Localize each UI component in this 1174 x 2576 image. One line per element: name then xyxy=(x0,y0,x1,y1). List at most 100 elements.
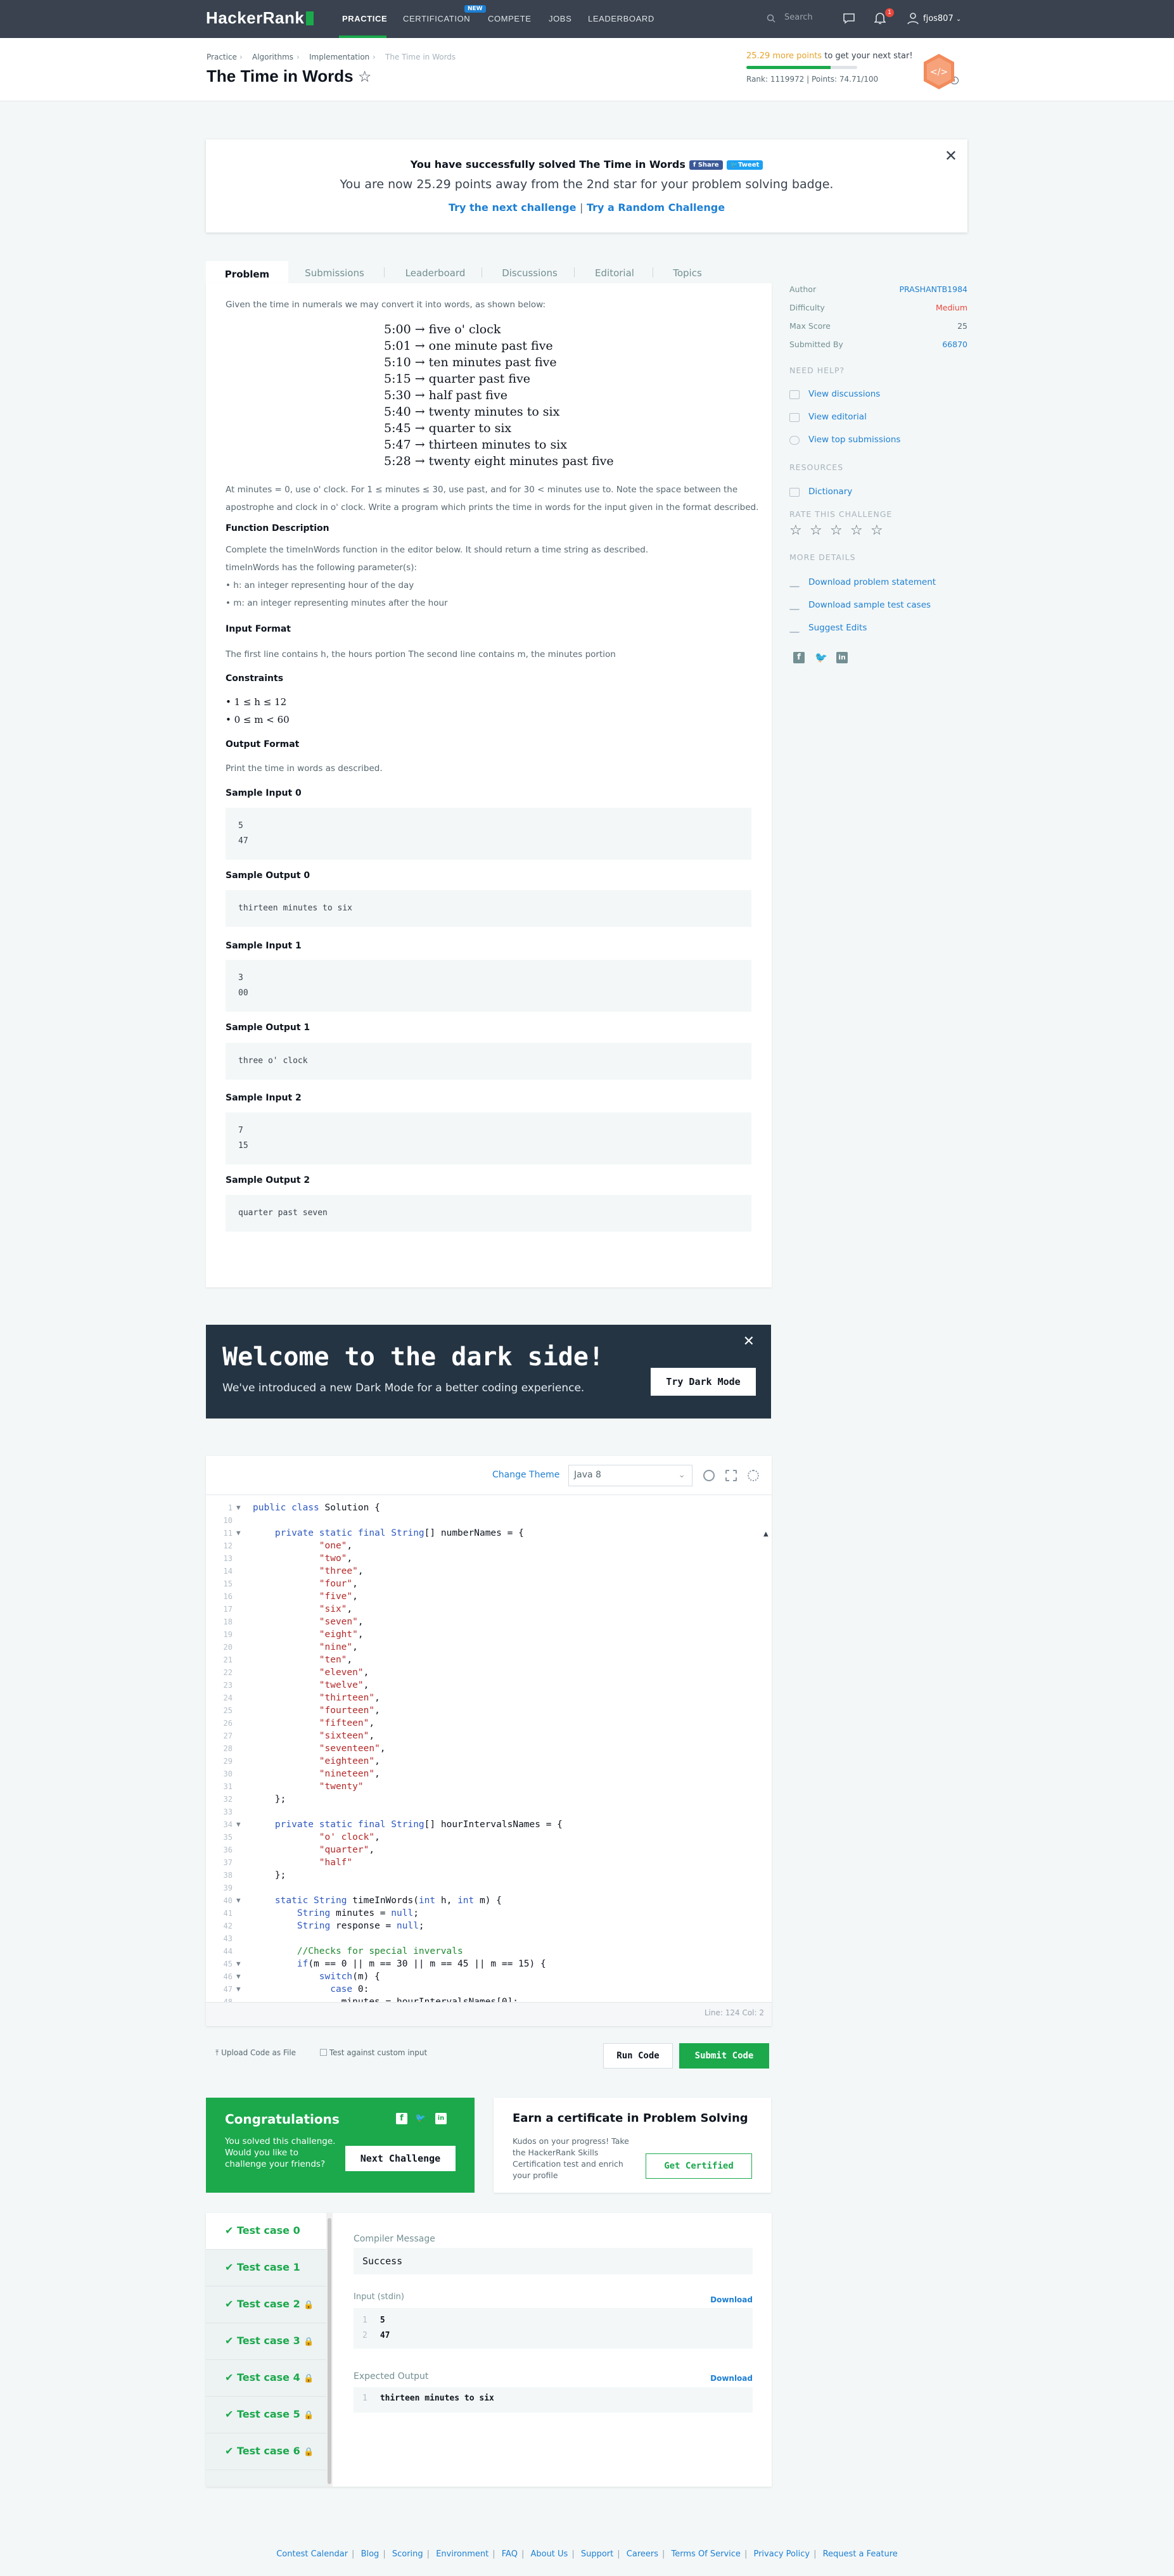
footer-link[interactable]: FAQ xyxy=(502,2549,518,2559)
code-line[interactable]: 32 }; xyxy=(206,1793,772,1806)
code-line[interactable]: 17 "six", xyxy=(206,1603,772,1616)
tab-editorial[interactable]: Editorial xyxy=(583,261,646,284)
notifications-icon[interactable] xyxy=(874,12,886,25)
code-line[interactable]: 12 "one", xyxy=(206,1540,772,1552)
code-line[interactable]: 20 "nine", xyxy=(206,1641,772,1654)
test-case-3-tab[interactable]: ✔ Test case 3 🔒 xyxy=(206,2323,326,2360)
username[interactable]: fjos807 ⌄ xyxy=(923,14,961,23)
tab-submissions[interactable]: Submissions xyxy=(297,261,373,284)
fold-chevron-icon[interactable]: ▼ xyxy=(236,1970,241,1983)
code-line[interactable]: 18 "seven", xyxy=(206,1616,772,1628)
code-line[interactable]: 39 xyxy=(206,1882,772,1894)
code-line[interactable]: 28 "seventeen", xyxy=(206,1742,772,1755)
code-line[interactable]: 21 "ten", xyxy=(206,1654,772,1666)
scroll-arrow-icon[interactable]: ▲ xyxy=(763,1531,769,1538)
code-line[interactable]: 46 ▼ switch(m) { xyxy=(206,1970,772,1983)
nav-practice[interactable]: PRACTICE xyxy=(342,14,387,23)
nav-jobs[interactable]: JOBS xyxy=(549,14,571,23)
code-area[interactable]: 1 ▼ public class Solution {10 11 ▼ private s… xyxy=(206,1502,772,2002)
code-line[interactable]: 48 minutes = hourIntervalsNames[0]; xyxy=(206,1996,772,2002)
tab-topics[interactable]: Topics xyxy=(659,261,716,284)
dictionary-link[interactable]: Dictionary xyxy=(808,487,852,497)
test-case-1-tab[interactable]: ✔ Test case 1 xyxy=(206,2250,326,2286)
code-line[interactable]: 47 ▼ case 0: xyxy=(206,1983,772,1996)
code-line[interactable]: 10 xyxy=(206,1514,772,1527)
submit-code-button[interactable]: Submit Code xyxy=(679,2043,769,2069)
facebook-icon[interactable]: f xyxy=(793,652,805,663)
nav-leaderboard[interactable]: LEADERBOARD xyxy=(588,14,654,23)
code-line[interactable]: 30 "nineteen", xyxy=(206,1768,772,1780)
code-line[interactable]: 19 "eight", xyxy=(206,1628,772,1641)
get-certified-button[interactable]: Get Certified xyxy=(646,2153,752,2179)
problem-solving-badge-icon[interactable]: </> xyxy=(922,53,956,91)
settings-gear-icon[interactable] xyxy=(748,1470,759,1481)
fold-chevron-icon[interactable]: ▼ xyxy=(236,1958,241,1970)
code-line[interactable]: 35 "o' clock", xyxy=(206,1831,772,1844)
history-icon[interactable] xyxy=(703,1470,715,1481)
twitter-tweet-button[interactable]: 🐦Tweet xyxy=(726,160,763,170)
fullscreen-icon[interactable] xyxy=(725,1470,737,1481)
hackerrank-logo[interactable]: HackerRank xyxy=(206,8,314,28)
code-line[interactable]: 29 "eighteen", xyxy=(206,1755,772,1768)
download-expected-link[interactable]: Download xyxy=(710,2374,753,2383)
rating-star-icon[interactable]: ☆ xyxy=(871,523,883,539)
facebook-share-button[interactable]: f Share xyxy=(689,160,723,170)
test-case-0-tab[interactable]: ✔ Test case 0 xyxy=(206,2213,326,2250)
custom-input-checkbox[interactable]: Test against custom input xyxy=(320,2048,427,2057)
code-line[interactable]: 40 ▼ static String timeInWords(int h, int… xyxy=(206,1894,772,1907)
test-case-6-tab[interactable]: ✔ Test case 6 🔒 xyxy=(206,2433,326,2470)
footer-link[interactable]: Support xyxy=(581,2549,613,2559)
code-line[interactable]: 42 String response = null; xyxy=(206,1920,772,1932)
code-line[interactable]: 22 "eleven", xyxy=(206,1666,772,1679)
code-line[interactable]: 16 "five", xyxy=(206,1590,772,1603)
code-line[interactable]: 15 "four", xyxy=(206,1578,772,1590)
fold-chevron-icon[interactable]: ▼ xyxy=(236,1527,241,1540)
fold-chevron-icon[interactable]: ▼ xyxy=(236,1983,241,1996)
download-statement-link[interactable]: Download problem statement xyxy=(808,577,936,587)
upload-code-link[interactable]: ⤒ Upload Code as File xyxy=(215,2048,296,2058)
footer-link[interactable]: About Us xyxy=(530,2549,568,2559)
author-link[interactable]: PRASHANTB1984 xyxy=(899,284,967,294)
facebook-icon[interactable]: f xyxy=(396,2113,407,2124)
test-case-4-tab[interactable]: ✔ Test case 4 🔒 xyxy=(206,2360,326,2397)
code-line[interactable]: 11 ▼ private static final String[] number… xyxy=(206,1527,772,1540)
download-test-cases-link[interactable]: Download sample test cases xyxy=(808,600,931,610)
run-code-button[interactable]: Run Code xyxy=(603,2043,673,2069)
code-line[interactable]: 23 "twelve", xyxy=(206,1679,772,1692)
code-line[interactable]: 1 ▼ public class Solution { xyxy=(206,1502,772,1514)
view-discussions-link[interactable]: View discussions xyxy=(808,389,880,399)
test-case-5-tab[interactable]: ✔ Test case 5 🔒 xyxy=(206,2397,326,2433)
footer-link[interactable]: Blog xyxy=(361,2549,380,2559)
code-line[interactable]: 34 ▼ private static final String[] hourIn… xyxy=(206,1818,772,1831)
fold-chevron-icon[interactable]: ▼ xyxy=(236,1502,241,1514)
code-line[interactable]: 27 "sixteen", xyxy=(206,1730,772,1742)
language-select[interactable]: Java 8 ⌄ xyxy=(568,1465,692,1486)
nav-compete[interactable]: COMPETE xyxy=(488,14,531,23)
code-line[interactable]: 44 //Checks for special invervals xyxy=(206,1945,772,1958)
code-line[interactable]: 31 "twenty" xyxy=(206,1780,772,1793)
code-line[interactable]: 26 "fifteen", xyxy=(206,1717,772,1730)
next-challenge-link[interactable]: Try the next challenge xyxy=(449,201,576,214)
suggest-edits-link[interactable]: Suggest Edits xyxy=(808,623,867,633)
footer-link[interactable]: Request a Feature xyxy=(823,2549,898,2559)
nav-certification[interactable]: CERTIFICATION xyxy=(403,14,470,23)
code-line[interactable]: 36 "quarter", xyxy=(206,1844,772,1856)
code-line[interactable]: 14 "three", xyxy=(206,1565,772,1578)
download-input-link[interactable]: Download xyxy=(710,2295,753,2304)
breadcrumb-implementation[interactable]: Implementation xyxy=(309,53,369,61)
more-points[interactable]: 25.29 more points xyxy=(746,51,822,61)
bookmark-star-icon[interactable]: ☆ xyxy=(358,68,372,86)
rating-star-icon[interactable]: ☆ xyxy=(789,523,802,539)
try-dark-mode-button[interactable]: Try Dark Mode xyxy=(651,1368,756,1396)
test-case-2-tab[interactable]: ✔ Test case 2 🔒 xyxy=(206,2286,326,2323)
linkedin-icon[interactable]: in xyxy=(836,652,848,663)
footer-link[interactable]: Terms Of Service xyxy=(672,2549,741,2559)
breadcrumb-practice[interactable]: Practice xyxy=(207,53,237,61)
close-icon[interactable]: ✕ xyxy=(945,147,957,165)
tab-discussions[interactable]: Discussions xyxy=(492,261,568,284)
code-line[interactable]: 13 "two", xyxy=(206,1552,772,1565)
code-line[interactable]: 25 "fourteen", xyxy=(206,1704,772,1717)
code-line[interactable]: 24 "thirteen", xyxy=(206,1692,772,1704)
search-input[interactable]: Search xyxy=(767,11,836,27)
fold-chevron-icon[interactable]: ▼ xyxy=(236,1894,241,1907)
